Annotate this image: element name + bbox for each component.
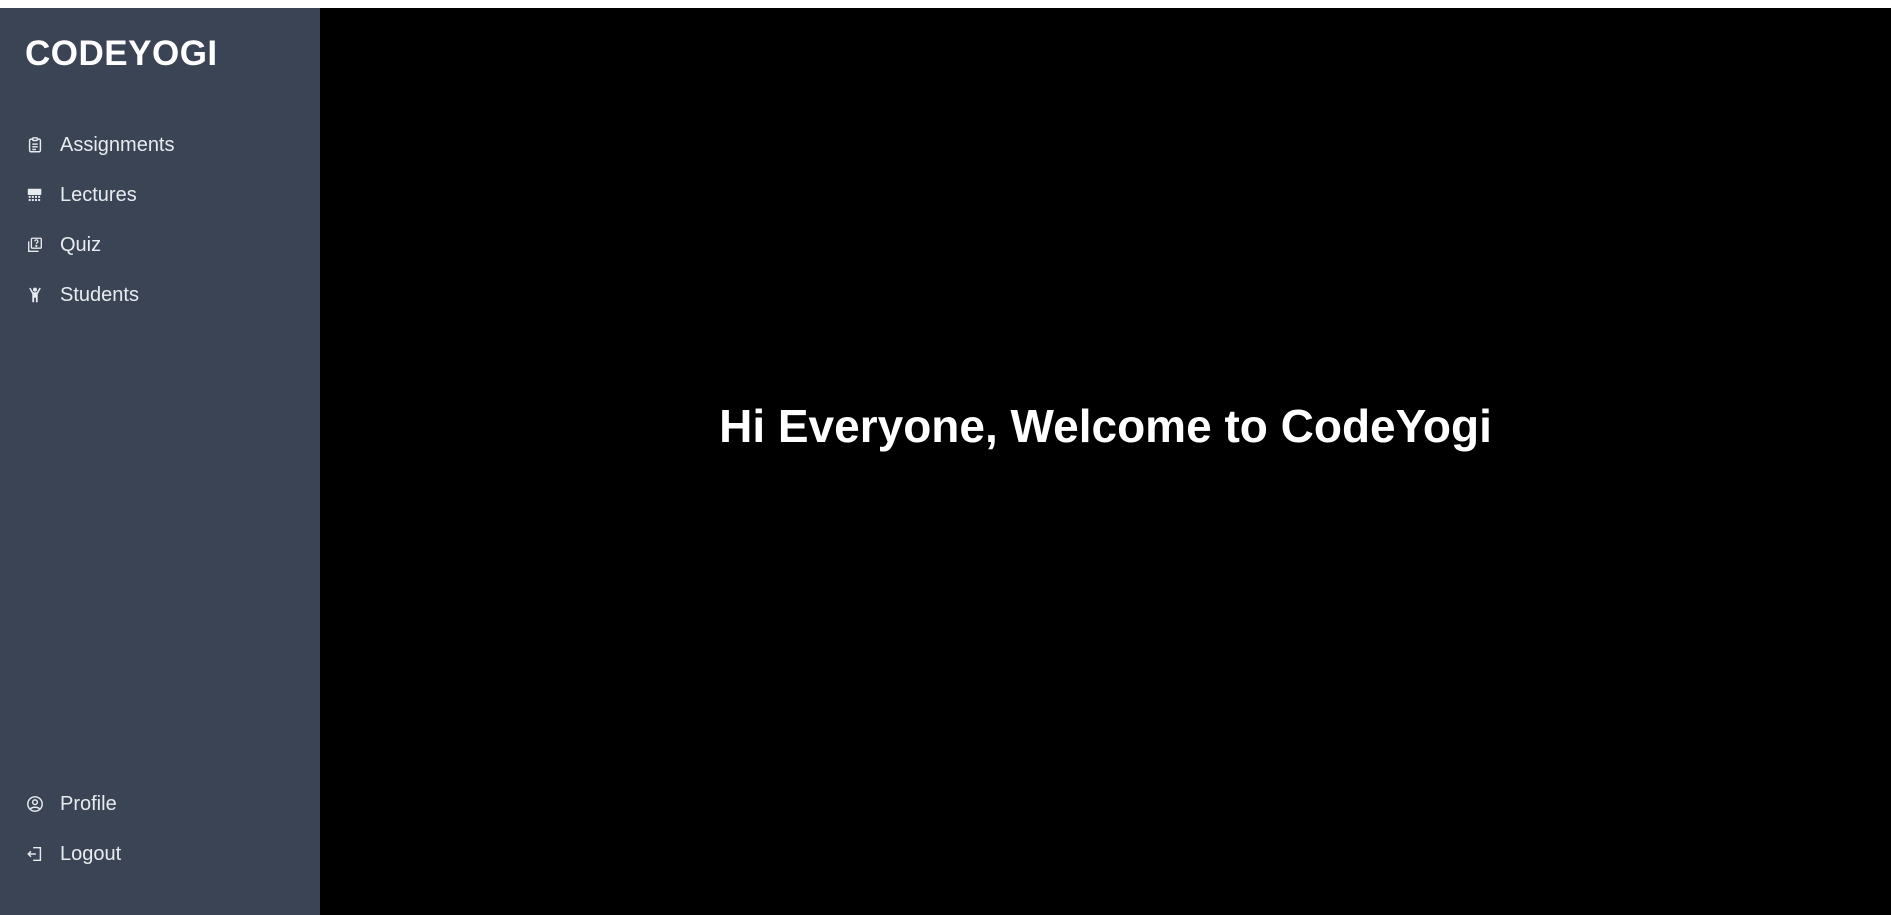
sidebar-item-label: Quiz (60, 233, 102, 256)
sidebar-item-label: Lectures (60, 183, 137, 206)
sidebar-item-label: Assignments (60, 133, 175, 156)
sidebar-item-logout[interactable]: Logout (0, 829, 320, 879)
clipboard-icon (25, 135, 45, 155)
brand-logo[interactable]: CODEYOGI (25, 36, 218, 71)
sidebar-item-assignments[interactable]: Assignments (0, 120, 320, 170)
lectures-icon (25, 185, 45, 205)
sidebar-nav-bottom: Profile Logout (0, 779, 320, 879)
logout-icon (25, 844, 45, 864)
sidebar-nav: Assignments Lectures Quiz Students (0, 120, 320, 320)
sidebar-item-students[interactable]: Students (0, 270, 320, 320)
quiz-icon (25, 235, 45, 255)
sidebar: CODEYOGI Assignments Lectures Quiz Stude… (0, 8, 320, 915)
sidebar-item-profile[interactable]: Profile (0, 779, 320, 829)
welcome-heading: Hi Everyone, Welcome to CodeYogi (719, 399, 1492, 452)
user-circle-icon (25, 794, 45, 814)
sidebar-item-label: Logout (60, 842, 122, 865)
app-shell: CODEYOGI Assignments Lectures Quiz Stude… (0, 8, 1891, 915)
sidebar-item-lectures[interactable]: Lectures (0, 170, 320, 220)
main-content: Hi Everyone, Welcome to CodeYogi (320, 8, 1891, 915)
sidebar-item-quiz[interactable]: Quiz (0, 220, 320, 270)
sidebar-item-label: Profile (60, 792, 117, 815)
sidebar-item-label: Students (60, 283, 139, 306)
student-icon (25, 285, 45, 305)
